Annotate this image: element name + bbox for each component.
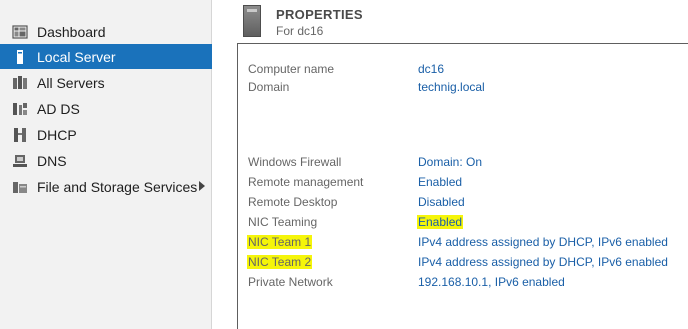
remote-desktop-link[interactable]: Disabled bbox=[418, 193, 465, 211]
file-storage-icon bbox=[12, 179, 28, 195]
property-label: NIC Teaming bbox=[248, 215, 318, 229]
highlight: Enabled bbox=[417, 215, 464, 229]
ad-ds-icon bbox=[12, 101, 28, 117]
property-label: Windows Firewall bbox=[248, 155, 342, 169]
domain-link[interactable]: technig.local bbox=[418, 78, 485, 96]
sidebar-item-all-servers[interactable]: All Servers bbox=[0, 70, 212, 95]
remote-management-link[interactable]: Enabled bbox=[418, 173, 462, 191]
property-label: Domain bbox=[248, 80, 290, 94]
sidebar-item-label: Dashboard bbox=[37, 23, 106, 40]
sidebar-item-dashboard[interactable]: Dashboard bbox=[0, 19, 212, 44]
private-network-link[interactable]: 192.168.10.1, IPv6 enabled bbox=[418, 273, 565, 291]
nic-team-2-link[interactable]: IPv4 address assigned by DHCP, IPv6 enab… bbox=[418, 253, 668, 271]
all-servers-icon bbox=[12, 75, 28, 91]
dashboard-icon bbox=[12, 24, 28, 40]
property-label: Remote Desktop bbox=[248, 195, 338, 209]
property-label: NIC Team 1 bbox=[247, 233, 313, 251]
sidebar-item-label: Local Server bbox=[37, 48, 116, 65]
sidebar-item-label: File and Storage Services bbox=[37, 178, 198, 195]
property-label: Computer name bbox=[248, 62, 335, 76]
property-label: Remote management bbox=[248, 175, 364, 189]
computer-name-link[interactable]: dc16 bbox=[418, 60, 444, 78]
dns-icon bbox=[12, 153, 28, 169]
server-icon bbox=[243, 5, 261, 37]
nic-team-1-link[interactable]: IPv4 address assigned by DHCP, IPv6 enab… bbox=[418, 233, 668, 251]
highlight: NIC Team 1 bbox=[247, 235, 313, 249]
properties-title: PROPERTIES bbox=[276, 7, 363, 22]
chevron-right-icon[interactable] bbox=[199, 181, 205, 191]
sidebar-item-file-and-storage-services[interactable]: File and Storage Services bbox=[0, 174, 212, 199]
sidebar-item-label: All Servers bbox=[37, 74, 105, 91]
sidebar-item-local-server[interactable]: Local Server bbox=[0, 44, 212, 69]
highlight: NIC Team 2 bbox=[247, 255, 313, 269]
server-icon bbox=[12, 49, 28, 65]
windows-firewall-link[interactable]: Domain: On bbox=[418, 153, 482, 171]
property-label: NIC Team 2 bbox=[247, 253, 313, 271]
nic-teaming-link[interactable]: Enabled bbox=[417, 213, 464, 231]
property-label: Private Network bbox=[248, 275, 333, 289]
dhcp-icon bbox=[12, 127, 28, 143]
sidebar-nav: Dashboard Local Server All Servers AD DS… bbox=[0, 0, 212, 329]
sidebar-item-label: DNS bbox=[37, 152, 67, 169]
sidebar-item-dns[interactable]: DNS bbox=[0, 148, 212, 173]
properties-subtitle: For dc16 bbox=[276, 24, 324, 38]
sidebar-item-label: AD DS bbox=[37, 100, 80, 117]
sidebar-item-ad-ds[interactable]: AD DS bbox=[0, 96, 212, 121]
sidebar-item-dhcp[interactable]: DHCP bbox=[0, 122, 212, 147]
sidebar-item-label: DHCP bbox=[37, 126, 77, 143]
